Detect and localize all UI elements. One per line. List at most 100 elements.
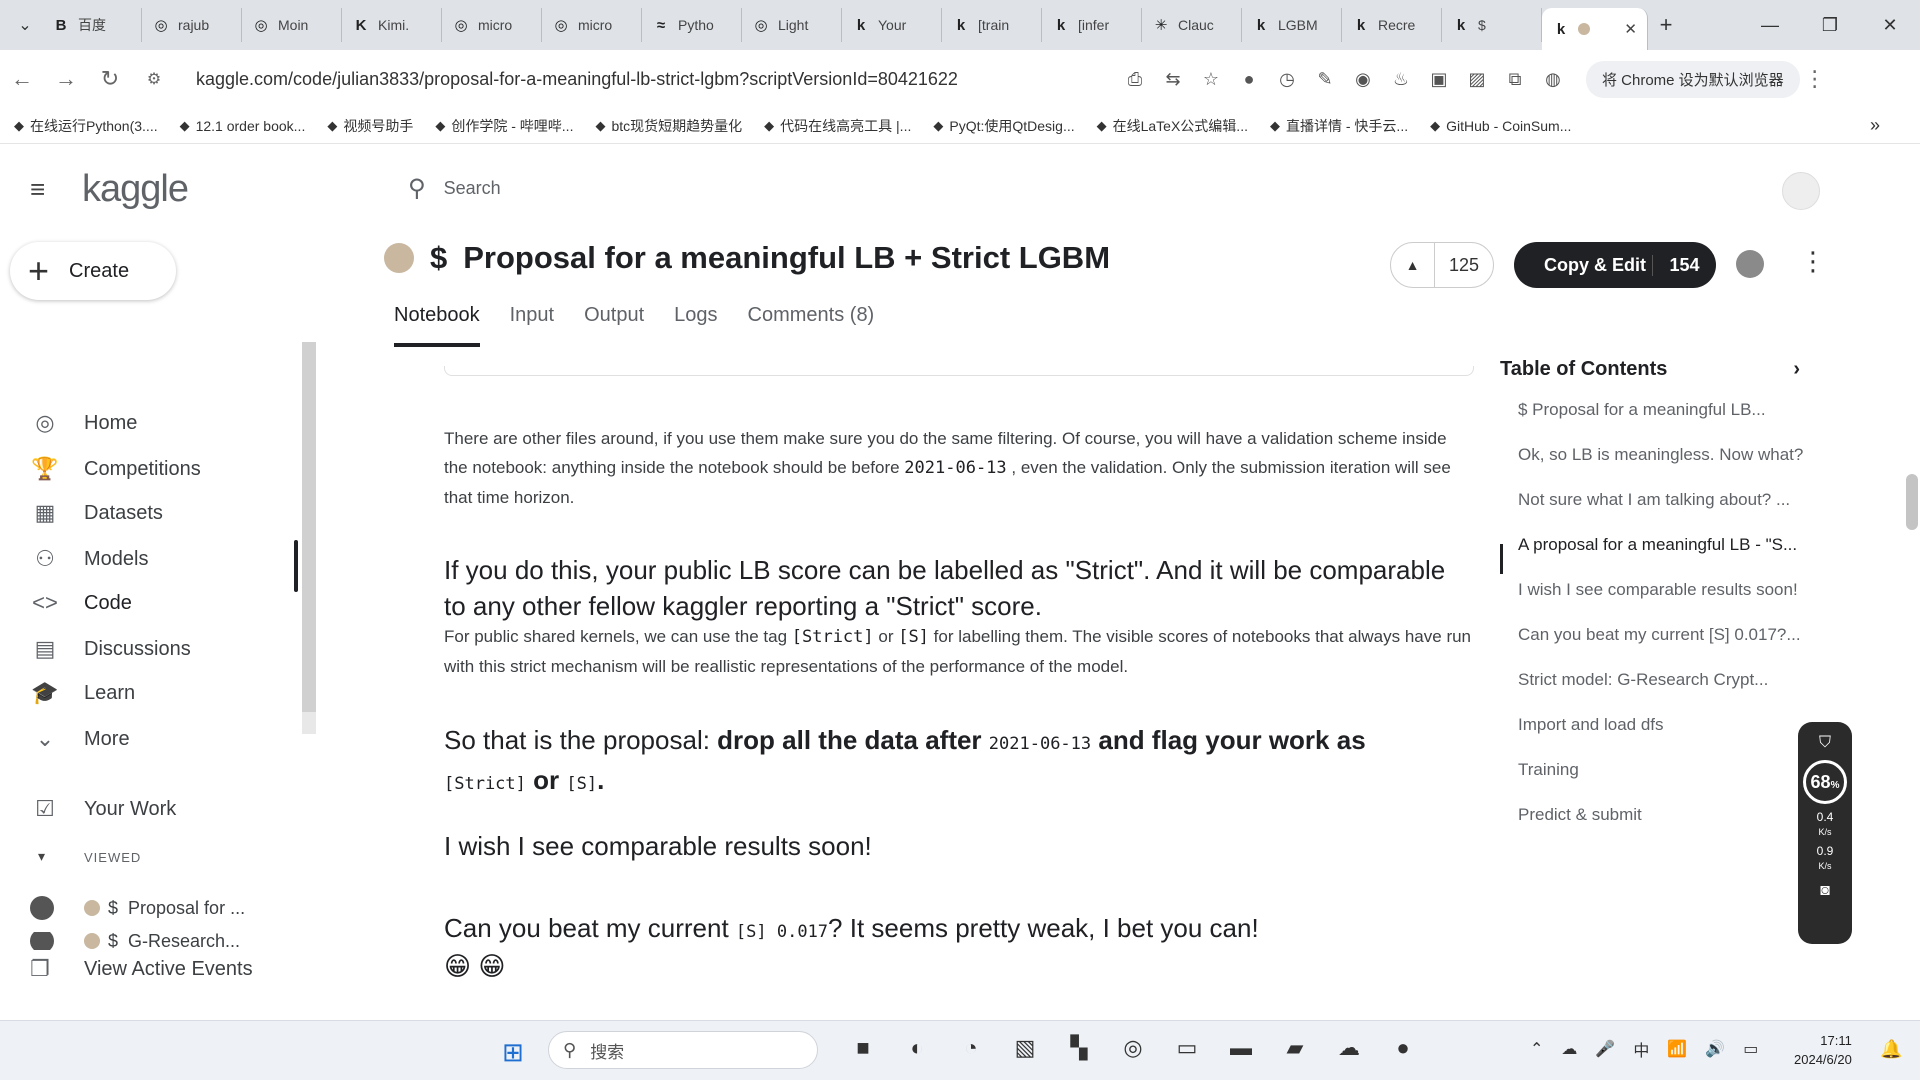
nav-your-work[interactable]: ☑ Your Work <box>0 784 300 834</box>
toc-item[interactable]: $ Proposal for a meaningful LB... <box>1518 400 1818 420</box>
nav-item-datasets[interactable]: ▦ Datasets <box>0 488 300 538</box>
view-active-events-button[interactable]: ❐ View Active Events <box>30 956 253 982</box>
kaggle-logo[interactable]: kaggle <box>82 168 189 211</box>
browser-tab[interactable]: ◎ Moin <box>242 8 342 42</box>
profile-icon[interactable]: ◍ <box>1534 69 1572 90</box>
browser-tab[interactable]: ✳ Clauc <box>1142 8 1242 42</box>
close-window-icon[interactable]: ✕ <box>1860 15 1920 36</box>
extension-flame-icon[interactable]: ♨ <box>1382 69 1420 90</box>
battery-icon[interactable]: ▭ <box>1743 1039 1758 1059</box>
bookmark-item[interactable]: ◆ 在线LaTeX公式编辑... <box>1097 116 1248 136</box>
windows-start-icon[interactable]: ⊞ <box>502 1037 524 1068</box>
sidebar-scrollbar-thumb[interactable] <box>302 342 316 712</box>
toc-header[interactable]: Table of Contents › <box>1500 358 1800 381</box>
tab-search-icon[interactable]: ⌄ <box>8 8 42 42</box>
search-input[interactable]: Search <box>444 178 501 199</box>
bookmark-item[interactable]: ◆ 直播详情 - 快手云... <box>1270 116 1408 136</box>
app-chrome-icon[interactable]: ◎ <box>1106 1035 1160 1061</box>
back-icon[interactable]: ← <box>0 66 44 92</box>
close-tab-icon[interactable]: ✕ <box>1624 20 1637 38</box>
bookmark-star-icon[interactable]: ☆ <box>1192 69 1230 90</box>
toc-item[interactable]: Training <box>1518 760 1818 780</box>
bookmark-item[interactable]: ◆ btc现货短期趋势量化 <box>595 116 742 136</box>
browser-tab[interactable]: k [infer <box>1042 8 1142 42</box>
taskbar-clock[interactable]: 17:11 2024/6/20 <box>1794 1031 1852 1069</box>
tab-logs[interactable]: Logs <box>674 304 717 347</box>
bookmark-item[interactable]: ◆ GitHub - CoinSum... <box>1430 118 1571 134</box>
notebook-status-icon[interactable] <box>1736 250 1764 278</box>
extension-chat-icon[interactable]: ◉ <box>1344 69 1382 90</box>
extension-box-icon[interactable]: ▣ <box>1420 69 1458 90</box>
app-tool-icon[interactable]: ▚ <box>1052 1035 1106 1061</box>
browser-tab[interactable]: k LGBM <box>1242 8 1342 42</box>
nav-item-home[interactable]: ◎ Home <box>0 398 300 448</box>
browser-tab[interactable]: k $ <box>1442 8 1542 42</box>
extensions-puzzle-icon[interactable]: ⧉ <box>1496 69 1534 90</box>
nav-item-discussions[interactable]: ▤ Discussions <box>0 624 300 674</box>
app-explorer-icon[interactable]: ▭ <box>1160 1035 1214 1061</box>
site-info-icon[interactable]: ⚙ <box>132 69 176 89</box>
tray-expand-icon[interactable]: ⌃ <box>1530 1039 1543 1059</box>
reload-icon[interactable]: ↻ <box>88 66 132 92</box>
network-monitor-widget[interactable]: ⛉ 68% 0.4 K/s 0.9 K/s ◙ <box>1798 722 1852 944</box>
set-default-browser-button[interactable]: 将 Chrome 设为默认浏览器 <box>1586 60 1800 98</box>
nav-item-more[interactable]: ⌄ More <box>0 714 300 764</box>
tab-input[interactable]: Input <box>510 304 554 347</box>
bookmark-item[interactable]: ◆ 视频号助手 <box>327 116 413 136</box>
toc-item[interactable]: A proposal for a meaningful LB - "S... <box>1518 535 1818 555</box>
new-tab-button[interactable]: + <box>1648 12 1684 38</box>
toc-item[interactable]: Ok, so LB is meaningless. Now what? <box>1518 445 1818 465</box>
ime-indicator[interactable]: 中 <box>1633 1037 1649 1061</box>
app-edge-icon[interactable]: ◐ <box>890 1035 944 1061</box>
browser-tab[interactable]: ◎ Light <box>742 8 842 42</box>
nav-item-models[interactable]: ⚇ Models <box>0 534 300 584</box>
more-options-icon[interactable]: ⋮ <box>1800 246 1826 277</box>
upvote-button[interactable]: ▲ <box>1391 243 1435 287</box>
browser-tab[interactable]: ≈ Pytho <box>642 8 742 42</box>
browser-tab[interactable]: ◎ micro <box>542 8 642 42</box>
app-github-icon[interactable]: ● <box>1376 1035 1430 1061</box>
more-bookmarks-icon[interactable]: » <box>1870 115 1880 136</box>
toc-item[interactable]: Strict model: G-Research Crypt... <box>1518 670 1818 690</box>
user-avatar[interactable] <box>1782 172 1820 210</box>
browser-tab[interactable]: k Your <box>842 8 942 42</box>
browser-tab[interactable]: K Kimi. <box>342 8 442 42</box>
install-app-icon[interactable]: ⎙ <box>1116 69 1154 90</box>
search-bar[interactable]: ⚲ Search <box>408 174 501 203</box>
viewed-item[interactable]: $ Proposal for ... <box>30 896 245 920</box>
viewed-collapse-icon[interactable]: ▾ <box>38 848 45 865</box>
create-button[interactable]: + Create <box>10 242 176 300</box>
minimize-icon[interactable]: — <box>1740 15 1800 36</box>
url-field[interactable]: kaggle.com/code/julian3833/proposal-for-… <box>196 69 1076 90</box>
camera-icon[interactable]: ◙ <box>1798 882 1852 900</box>
toc-item[interactable]: Import and load dfs <box>1518 715 1818 735</box>
bookmark-item[interactable]: ◆ 代码在线高亮工具 |... <box>764 116 911 136</box>
extension-timer-icon[interactable]: ◷ <box>1268 69 1306 90</box>
bookmark-item[interactable]: ◆ 12.1 order book... <box>180 118 306 134</box>
onedrive-icon[interactable]: ☁ <box>1561 1039 1577 1059</box>
tab-output[interactable]: Output <box>584 304 644 347</box>
browser-tab[interactable]: ◎ rajub <box>142 8 242 42</box>
copy-edit-button[interactable]: Copy & Edit 154 <box>1514 242 1716 288</box>
browser-tab-active[interactable]: k ✕ <box>1542 8 1648 50</box>
hamburger-menu-icon[interactable]: ≡ <box>30 174 45 205</box>
app-console-icon[interactable]: ▰ <box>1268 1035 1322 1061</box>
bookmark-item[interactable]: ◆ 在线运行Python(3.... <box>14 116 158 136</box>
toc-item[interactable]: Not sure what I am talking about? ... <box>1518 490 1818 510</box>
app-photos-icon[interactable]: ▧ <box>998 1035 1052 1061</box>
page-scrollbar-thumb[interactable] <box>1906 474 1918 530</box>
notification-bell-icon[interactable]: 🔔 <box>1880 1039 1902 1060</box>
forward-icon[interactable]: → <box>44 66 88 92</box>
volume-icon[interactable]: 🔊 <box>1705 1039 1725 1059</box>
extension-pen-icon[interactable]: ✎ <box>1306 69 1344 90</box>
page-scrollbar[interactable] <box>1904 184 1920 1020</box>
tab-comments[interactable]: Comments (8) <box>748 304 875 347</box>
bookmark-item[interactable]: ◆ PyQt:使用QtDesig... <box>933 116 1074 136</box>
nav-item-learn[interactable]: 🎓 Learn <box>0 668 300 718</box>
microphone-icon[interactable]: 🎤 <box>1595 1039 1615 1059</box>
browser-tab[interactable]: k Recre <box>1342 8 1442 42</box>
nav-item-competitions[interactable]: 🏆 Competitions <box>0 444 300 494</box>
browser-tab[interactable]: B 百度 <box>42 8 142 42</box>
app-network-icon[interactable]: ☁ <box>1322 1035 1376 1061</box>
wifi-icon[interactable]: 📶 <box>1667 1039 1687 1059</box>
